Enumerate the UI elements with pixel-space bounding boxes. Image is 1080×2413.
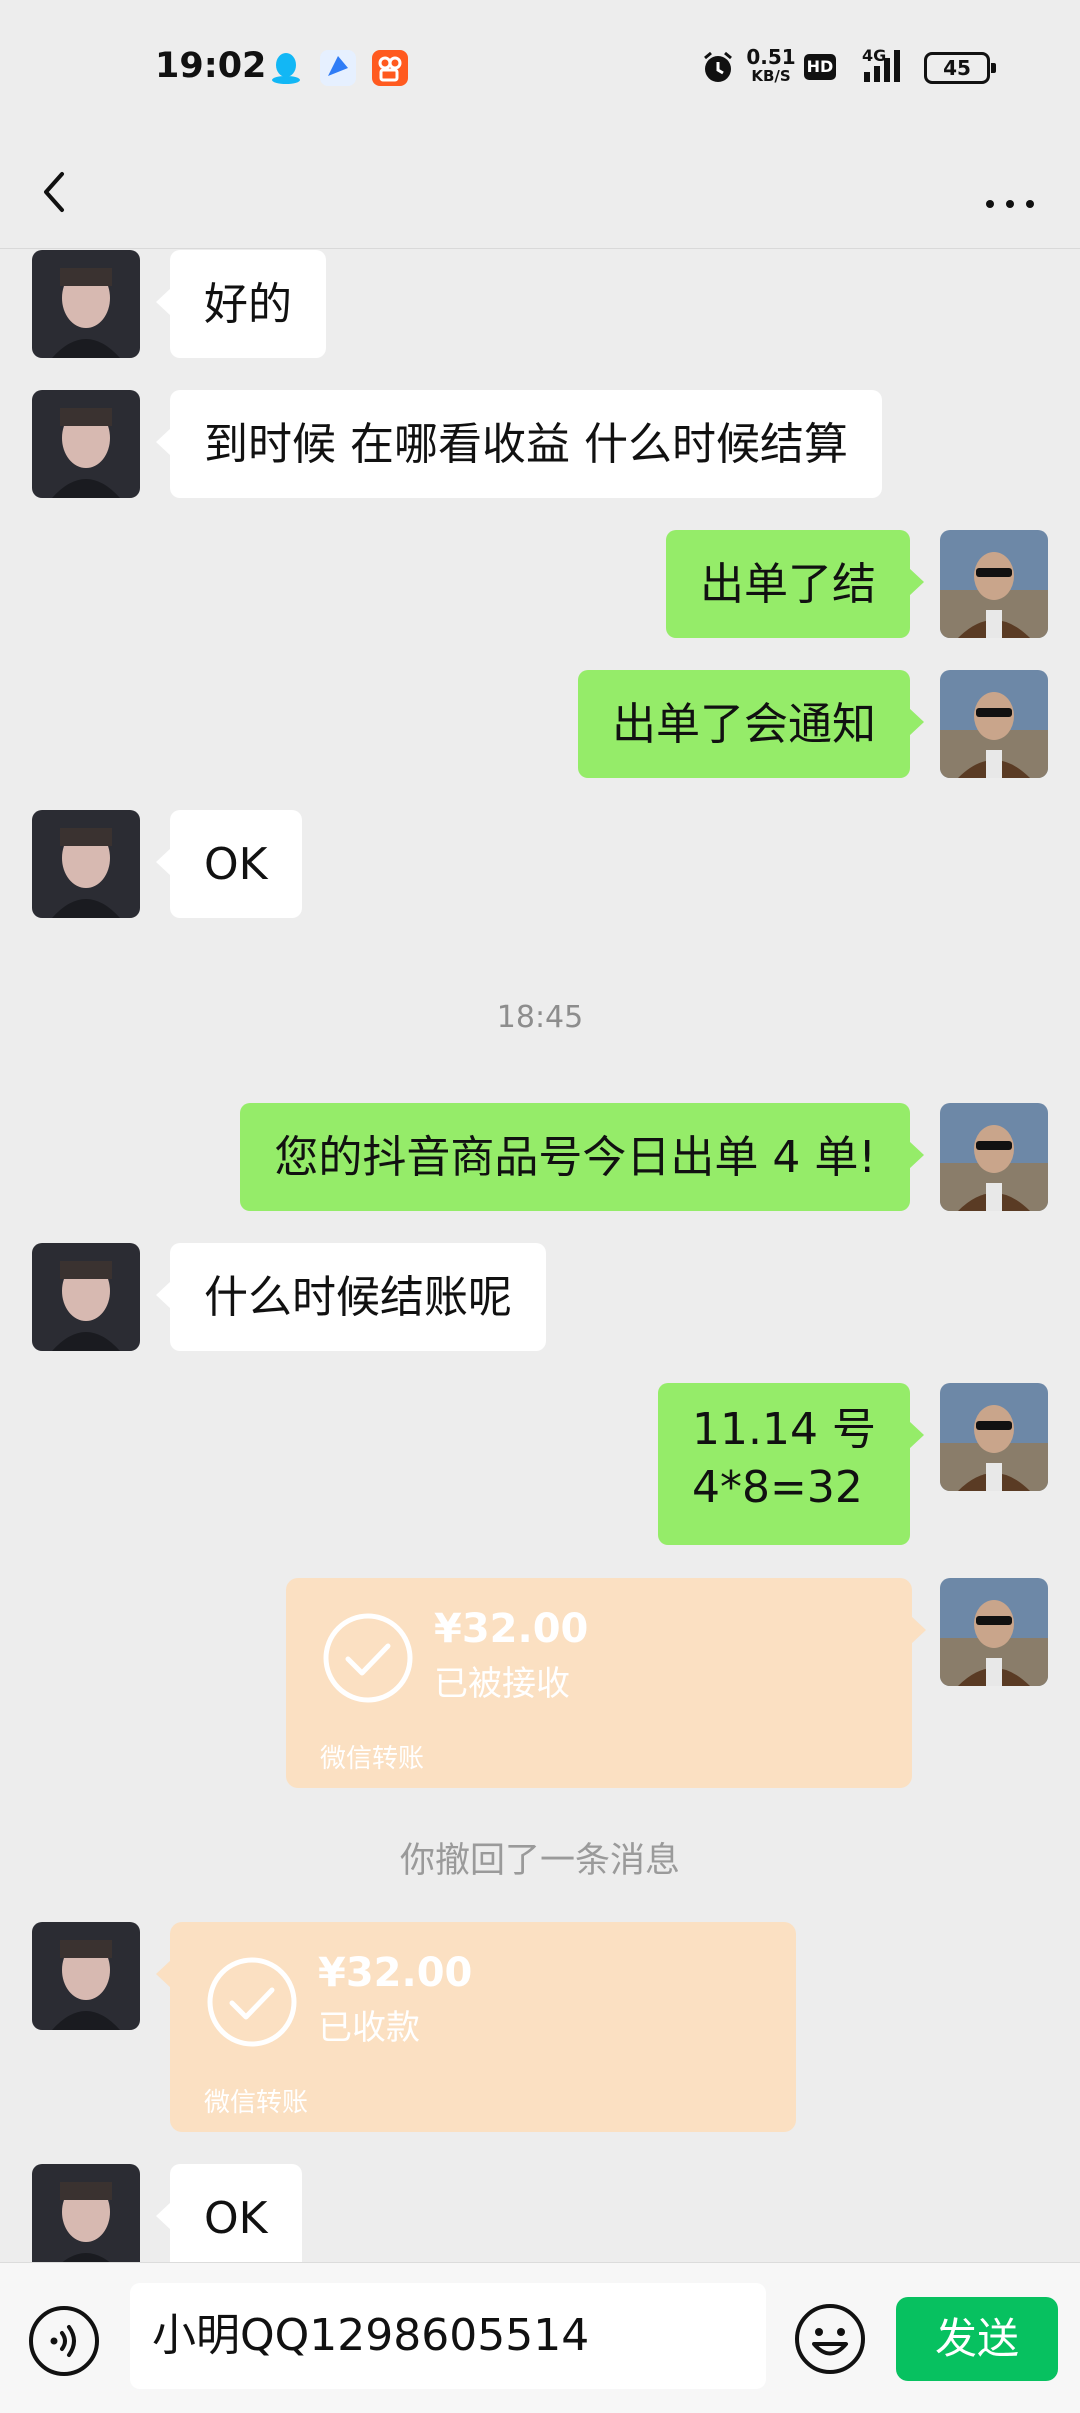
my-avatar[interactable] [940,530,1048,638]
message-text: OK [204,839,268,890]
check-circle-icon [322,1612,414,1704]
transfer-footer: 微信转账 [320,1744,425,1774]
battery-level: 45 [943,56,971,80]
chat-timestamp: 18:45 [496,1000,584,1035]
contact-avatar[interactable] [32,1922,140,2030]
transfer-card[interactable]: ¥32.00 已收款 微信转账 [156,1922,796,2132]
more-dots-icon[interactable] [970,160,1050,224]
message-text: OK [204,2193,268,2244]
kuaishou-icon [372,50,408,86]
my-avatar[interactable] [940,1578,1048,1686]
message-bubble-left[interactable]: OK [156,810,302,918]
contact-avatar[interactable] [32,2164,140,2272]
message-text: 好的 [204,279,292,330]
recall-notice: 你撤回了一条消息 [399,1841,680,1881]
status-bar: 19:02 0.51 KB/S HD 4G 45 [0,0,1080,140]
net-speed: 0.51 KB/S [746,45,796,86]
message-text: 您的抖音商品号今日出单 4 单! [274,1132,876,1183]
message-bubble-left[interactable]: OK [156,2164,302,2272]
transfer-amount: ¥32.00 [434,1606,589,1652]
hd-badge: HD [804,54,836,80]
blue-app-icon [320,50,356,86]
chevron-left-icon[interactable] [30,160,94,224]
message-bubble-right[interactable]: 11.14 号 4*8=32 [658,1383,924,1545]
emoji-icon[interactable] [792,2301,868,2377]
transfer-status: 已被接收 [434,1664,570,1704]
transfer-status: 已收款 [318,2008,420,2048]
contact-avatar[interactable] [32,390,140,498]
contact-avatar[interactable] [32,250,140,358]
contact-avatar[interactable] [32,810,140,918]
transfer-card[interactable]: ¥32.00 已被接收 微信转账 [286,1578,926,1788]
message-text-line: 11.14 号 [692,1404,876,1455]
message-bubble-left[interactable]: 什么时候结账呢 [156,1243,546,1351]
signal-icon: 4G [848,46,908,86]
check-circle-icon [206,1956,298,2048]
message-input[interactable]: 小明QQ1298605514 [130,2283,766,2389]
message-bubble-right[interactable]: 出单了会通知 [578,670,924,778]
battery-icon: 45 [924,52,996,84]
message-bubble-right[interactable]: 出单了结 [666,530,924,638]
contact-avatar[interactable] [32,1243,140,1351]
voice-input-icon[interactable] [26,2303,102,2379]
send-button[interactable]: 发送 [896,2297,1058,2381]
net-speed-unit: KB/S [751,67,791,85]
net-speed-value: 0.51 [746,45,796,69]
transfer-amount: ¥32.00 [318,1950,473,1996]
message-bubble-left[interactable]: 到时候 在哪看收益 什么时候结算 [156,390,882,498]
message-bubble-right[interactable]: 您的抖音商品号今日出单 4 单! [240,1103,924,1211]
message-text-line: 4*8=32 [692,1462,863,1513]
transfer-footer: 微信转账 [204,2088,309,2118]
my-avatar[interactable] [940,1383,1048,1491]
my-avatar[interactable] [940,670,1048,778]
message-text: 出单了结 [700,559,876,610]
chat-header [0,140,1080,249]
alarm-icon [700,50,736,86]
message-text: 什么时候结账呢 [204,1272,512,1323]
status-time: 19:02 [155,46,267,86]
message-text: 到时候 在哪看收益 什么时候结算 [204,419,848,470]
message-text: 出单了会通知 [612,699,876,750]
qq-icon [268,50,304,86]
message-bubble-left[interactable]: 好的 [156,250,326,358]
my-avatar[interactable] [940,1103,1048,1211]
input-bar: 小明QQ1298605514 发送 [0,2262,1080,2413]
